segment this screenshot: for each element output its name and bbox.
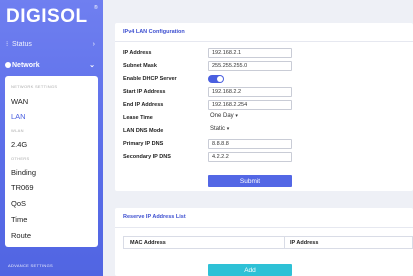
sidebar-item-route[interactable]: Route — [11, 231, 31, 240]
network-submenu: NETWORK SETTINGS WAN LAN WLAN 2.4G OTHER… — [5, 76, 98, 247]
column-header-ip: IP Address — [290, 240, 319, 246]
submit-button[interactable]: Submit — [208, 175, 292, 187]
nav-status-label: Status — [12, 40, 32, 48]
chevron-down-icon: ⌄ — [89, 62, 95, 69]
chevron-right-icon: › — [92, 40, 95, 48]
lease-time-value: One Day — [210, 113, 234, 119]
sidebar-item-wan[interactable]: WAN — [11, 97, 28, 106]
reserve-ip-card: Reserve IP Address List MAC Address IP A… — [115, 208, 413, 276]
ip-address-label: IP Address — [123, 50, 152, 56]
secondary-dns-input[interactable]: 4.2.2.2 — [208, 152, 292, 162]
network-icon — [5, 62, 11, 68]
sidebar-item-lan[interactable]: LAN — [11, 112, 26, 121]
dns-mode-value: Static — [210, 126, 226, 132]
advance-settings-category[interactable]: ADVANCE SETTINGS — [8, 263, 53, 268]
sidebar-item-qos[interactable]: QoS — [11, 199, 26, 208]
card-title-lan-config: IPv4 LAN Configuration — [123, 29, 185, 35]
card-divider — [115, 227, 413, 228]
status-icon: ⁝ — [6, 41, 9, 48]
end-ip-input[interactable]: 192.168.2.254 — [208, 100, 292, 110]
card-divider — [115, 41, 413, 42]
lan-config-card: IPv4 LAN Configuration IP Address 192.16… — [115, 23, 413, 191]
registered-mark: ® — [94, 5, 98, 11]
sidebar-item-binding[interactable]: Binding — [11, 168, 36, 177]
category-wlan: WLAN — [11, 128, 24, 133]
caret-down-icon: ▾ — [235, 113, 238, 119]
secondary-dns-label: Secondary IP DNS — [123, 154, 171, 160]
lease-time-label: Lease Time — [123, 115, 153, 121]
card-title-reserve-ip: Reserve IP Address List — [123, 214, 186, 220]
reserve-ip-table: MAC Address IP Address — [123, 236, 413, 249]
column-header-mac: MAC Address — [130, 240, 166, 246]
category-network-settings: NETWORK SETTINGS — [11, 84, 58, 89]
caret-down-icon: ▾ — [226, 126, 230, 132]
dhcp-server-toggle[interactable] — [208, 75, 224, 83]
ip-address-input[interactable]: 192.168.2.1 — [208, 48, 292, 58]
nav-status[interactable]: ⁝ Status › — [0, 34, 103, 54]
category-others: OTHERS — [11, 156, 30, 161]
primary-dns-input[interactable]: 8.8.8.8 — [208, 139, 292, 149]
nav-network-label: Network — [12, 61, 40, 69]
column-divider — [284, 237, 285, 248]
sidebar-item-time[interactable]: Time — [11, 215, 27, 224]
dns-mode-label: LAN DNS Mode — [123, 128, 164, 134]
lease-time-select[interactable]: One Day ▾ — [210, 113, 238, 119]
subnet-mask-label: Subnet Mask — [123, 63, 157, 69]
add-button[interactable]: Add — [208, 264, 292, 276]
start-ip-input[interactable]: 192.168.2.2 — [208, 87, 292, 97]
sidebar: DIGISOL ® ⁝ Status › Network ⌄ NETWORK S… — [0, 0, 103, 276]
primary-dns-label: Primary IP DNS — [123, 141, 164, 147]
dhcp-server-label: Enable DHCP Server — [123, 76, 177, 82]
nav-network[interactable]: Network ⌄ — [0, 55, 103, 75]
dns-mode-select[interactable]: Static ▾ — [210, 126, 229, 132]
start-ip-label: Start IP Address — [123, 89, 166, 95]
sidebar-item-tr069[interactable]: TR069 — [11, 183, 34, 192]
end-ip-label: End IP Address — [123, 102, 164, 108]
digisol-logo: DIGISOL — [6, 6, 88, 27]
sidebar-item-2-4g[interactable]: 2.4G — [11, 140, 27, 149]
subnet-mask-input[interactable]: 255.255.255.0 — [208, 61, 292, 71]
